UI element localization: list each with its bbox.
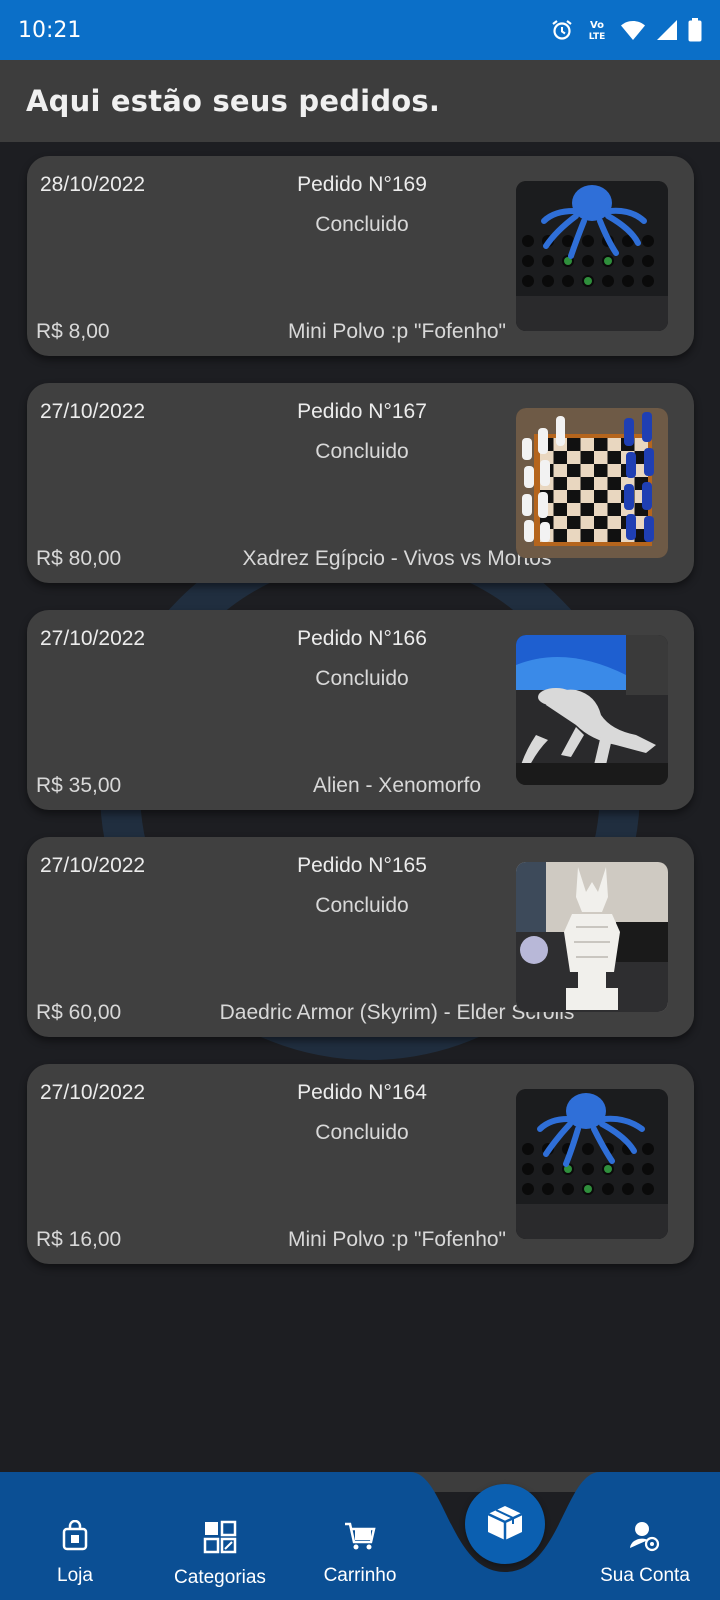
account-icon [630, 1520, 660, 1557]
page-header: Aqui estão seus pedidos. [0, 60, 720, 142]
order-status: Concluido [315, 440, 409, 463]
cart-icon [343, 1520, 377, 1557]
alarm-icon [550, 18, 574, 42]
page-title: Aqui estão seus pedidos. [26, 84, 441, 118]
nav-label-loja: Loja [57, 1565, 93, 1586]
nav-item-carrinho[interactable]: Carrinho [315, 1520, 405, 1600]
order-date: 27/10/2022 [40, 627, 146, 650]
store-bag-icon [59, 1519, 91, 1557]
nav-label-carrinho: Carrinho [323, 1565, 397, 1586]
orders-list: 28/10/2022 Pedido N°169 Concluido R$ 8,0… [27, 156, 694, 1291]
order-date: 27/10/2022 [40, 854, 146, 877]
order-card[interactable]: 27/10/2022 Pedido N°167 Concluido R$ 80,… [27, 383, 694, 583]
order-number: Pedido N°166 [297, 627, 427, 650]
svg-text:Vo: Vo [590, 20, 604, 31]
order-status: Concluido [315, 213, 409, 236]
order-number: Pedido N°167 [297, 400, 427, 423]
orders-fab-button[interactable] [465, 1484, 545, 1564]
order-number: Pedido N°165 [297, 854, 427, 877]
order-price: R$ 35,00 [36, 774, 122, 797]
order-price: R$ 80,00 [36, 547, 122, 570]
nav-item-categorias[interactable]: Categorias [165, 1520, 275, 1600]
orders-box-icon [484, 1502, 526, 1547]
nav-item-sua-conta[interactable]: Sua Conta [590, 1520, 700, 1600]
status-bar: 10:21 Vo LTE [0, 0, 720, 60]
order-thumbnail-chess [516, 408, 668, 558]
order-status: Concluido [315, 1121, 409, 1144]
order-price: R$ 16,00 [36, 1228, 122, 1251]
order-date: 27/10/2022 [40, 400, 146, 423]
nav-label-sua-conta: Sua Conta [600, 1565, 690, 1586]
svg-text:LTE: LTE [589, 32, 606, 42]
order-status: Concluido [315, 894, 409, 917]
order-status: Concluido [315, 667, 409, 690]
order-card[interactable]: 28/10/2022 Pedido N°169 Concluido R$ 8,0… [27, 156, 694, 356]
order-thumbnail-octopus [516, 181, 668, 331]
categories-grid-icon [203, 1520, 237, 1559]
order-card[interactable]: 27/10/2022 Pedido N°165 Concluido R$ 60,… [27, 837, 694, 1037]
nav-item-loja[interactable]: Loja [45, 1519, 105, 1600]
order-card[interactable]: 27/10/2022 Pedido N°166 Concluido R$ 35,… [27, 610, 694, 810]
order-price: R$ 8,00 [36, 320, 110, 343]
wifi-icon [620, 19, 646, 41]
order-number: Pedido N°164 [297, 1081, 427, 1104]
nav-label-categorias: Categorias [174, 1567, 266, 1588]
volte-icon: Vo LTE [584, 17, 610, 43]
battery-icon [688, 18, 702, 42]
signal-icon [656, 19, 678, 41]
status-time: 10:21 [18, 17, 82, 43]
order-price: R$ 60,00 [36, 1001, 122, 1024]
order-date: 28/10/2022 [40, 173, 146, 196]
order-number: Pedido N°169 [297, 173, 427, 196]
status-icons: Vo LTE [550, 17, 702, 43]
order-thumbnail-alien [516, 635, 668, 785]
order-thumbnail-armor [516, 862, 668, 1012]
order-date: 27/10/2022 [40, 1081, 146, 1104]
order-card[interactable]: 27/10/2022 Pedido N°164 Concluido R$ 16,… [27, 1064, 694, 1264]
order-thumbnail-octopus [516, 1089, 668, 1239]
bottom-navigation: Loja Categorias Carrinho Sua Conta [0, 1472, 720, 1600]
